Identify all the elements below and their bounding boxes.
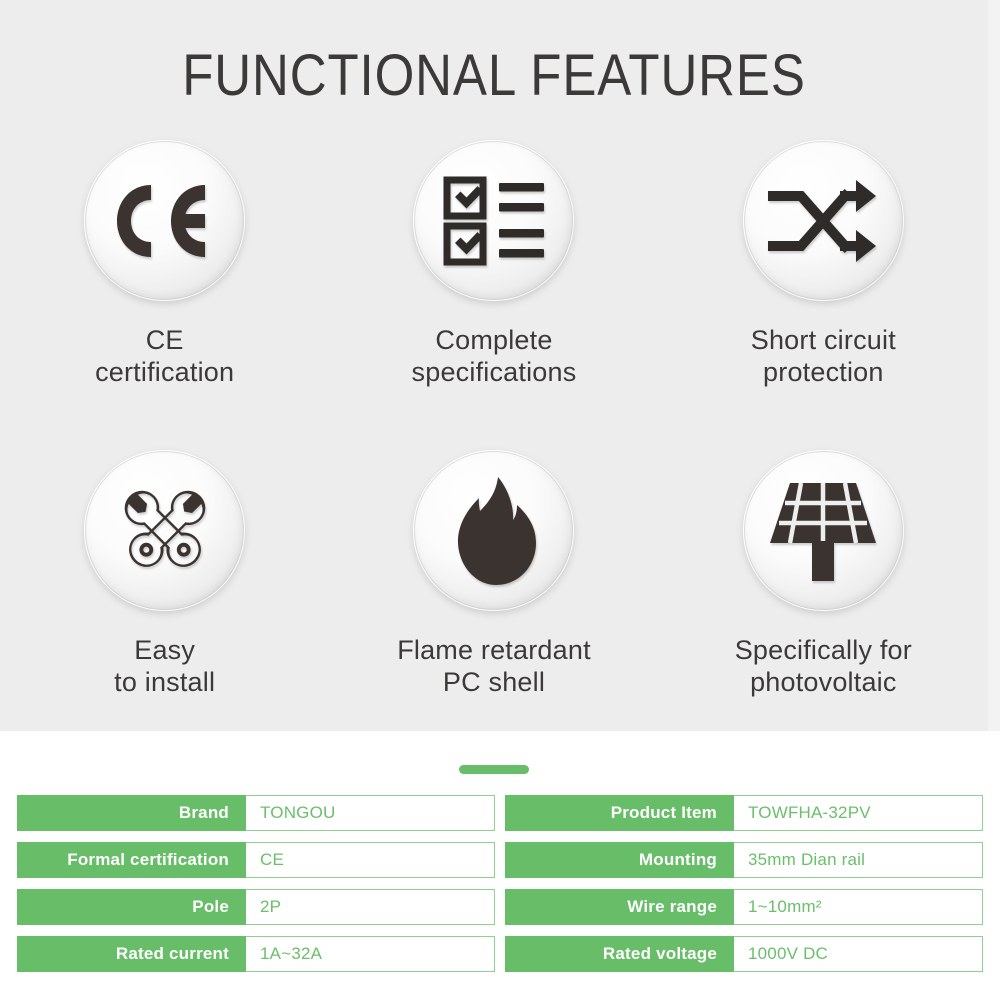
feature-label-line1: Specifically for bbox=[734, 635, 912, 665]
spec-key: Pole bbox=[17, 889, 246, 925]
spec-key: Wire range bbox=[505, 889, 734, 925]
feature-label-line1: Complete bbox=[435, 325, 553, 355]
feature-label-line2: PC shell bbox=[442, 666, 546, 697]
spec-value: TOWFHA-32PV bbox=[734, 795, 983, 831]
solar-panel-icon bbox=[742, 450, 904, 611]
feature-item-ce-certification: CE certification bbox=[0, 140, 329, 450]
spec-value: 2P bbox=[246, 889, 495, 925]
feature-label: Flame retardant PC shell bbox=[397, 635, 591, 699]
spec-key: Brand bbox=[17, 795, 246, 831]
divider-bar bbox=[459, 765, 529, 774]
table-row: Rated current 1A~32A bbox=[17, 936, 495, 972]
table-row: Pole 2P bbox=[17, 889, 495, 925]
feature-label-line2: protection bbox=[763, 356, 884, 387]
spec-key: Mounting bbox=[505, 842, 734, 878]
spec-value: 1~10mm² bbox=[734, 889, 983, 925]
table-row: Wire range 1~10mm² bbox=[505, 889, 983, 925]
feature-item-specifically-for-photovoltaic: Specifically for photovoltaic bbox=[659, 450, 988, 760]
page-title: FUNCTIONAL FEATURES bbox=[182, 43, 806, 108]
spec-column-right: Product Item TOWFHA-32PV Mounting 35mm D… bbox=[505, 795, 983, 1000]
table-row: Formal certification CE bbox=[17, 842, 495, 878]
feature-item-flame-retardant-pc-shell: Flame retardant PC shell bbox=[329, 450, 658, 760]
table-row: Rated voltage 1000V DC bbox=[505, 936, 983, 972]
feature-item-easy-to-install: Easy to install bbox=[0, 450, 329, 760]
feature-label-line1: Easy bbox=[134, 635, 196, 665]
product-feature-page: FUNCTIONAL FEATURES CE certification Com… bbox=[0, 0, 1000, 1000]
shuffle-arrows-icon bbox=[742, 140, 904, 301]
feature-label: CE certification bbox=[95, 325, 234, 389]
feature-label: Easy to install bbox=[114, 635, 215, 699]
spec-value: 35mm Dian rail bbox=[734, 842, 983, 878]
feature-label-line1: Short circuit bbox=[750, 325, 896, 355]
spec-column-left: Brand TONGOU Formal certification CE Pol… bbox=[17, 795, 495, 1000]
feature-label: Complete specifications bbox=[412, 325, 577, 389]
specifications-table: Brand TONGOU Formal certification CE Pol… bbox=[0, 795, 1000, 1000]
feature-label-line2: certification bbox=[95, 356, 235, 387]
spec-value: TONGOU bbox=[246, 795, 495, 831]
spec-value: 1000V DC bbox=[734, 936, 983, 972]
feature-label-line2: photovoltaic bbox=[750, 666, 897, 697]
feature-label: Short circuit protection bbox=[751, 325, 896, 389]
flame-icon bbox=[413, 450, 575, 611]
spec-key: Rated current bbox=[17, 936, 246, 972]
feature-grid: CE certification Complete specifications… bbox=[0, 140, 988, 760]
table-row: Product Item TOWFHA-32PV bbox=[505, 795, 983, 831]
feature-label-line1: CE bbox=[145, 325, 184, 355]
feature-label-line1: Flame retardant bbox=[397, 635, 591, 665]
spec-value: 1A~32A bbox=[246, 936, 495, 972]
functional-features-section: FUNCTIONAL FEATURES CE certification Com… bbox=[0, 0, 988, 731]
spec-key: Rated voltage bbox=[505, 936, 734, 972]
feature-item-complete-specifications: Complete specifications bbox=[329, 140, 658, 450]
feature-label-line2: specifications bbox=[411, 356, 577, 387]
feature-item-short-circuit-protection: Short circuit protection bbox=[659, 140, 988, 450]
feature-label: Specifically for photovoltaic bbox=[735, 635, 912, 699]
table-row: Brand TONGOU bbox=[17, 795, 495, 831]
spec-value: CE bbox=[246, 842, 495, 878]
spec-key: Formal certification bbox=[17, 842, 246, 878]
right-edge-strip bbox=[988, 0, 1000, 731]
checklist-icon bbox=[413, 140, 575, 301]
spec-key: Product Item bbox=[505, 795, 734, 831]
table-row: Mounting 35mm Dian rail bbox=[505, 842, 983, 878]
crossed-wrenches-icon bbox=[84, 450, 246, 611]
ce-mark-icon bbox=[84, 140, 246, 301]
feature-label-line2: to install bbox=[114, 666, 216, 697]
